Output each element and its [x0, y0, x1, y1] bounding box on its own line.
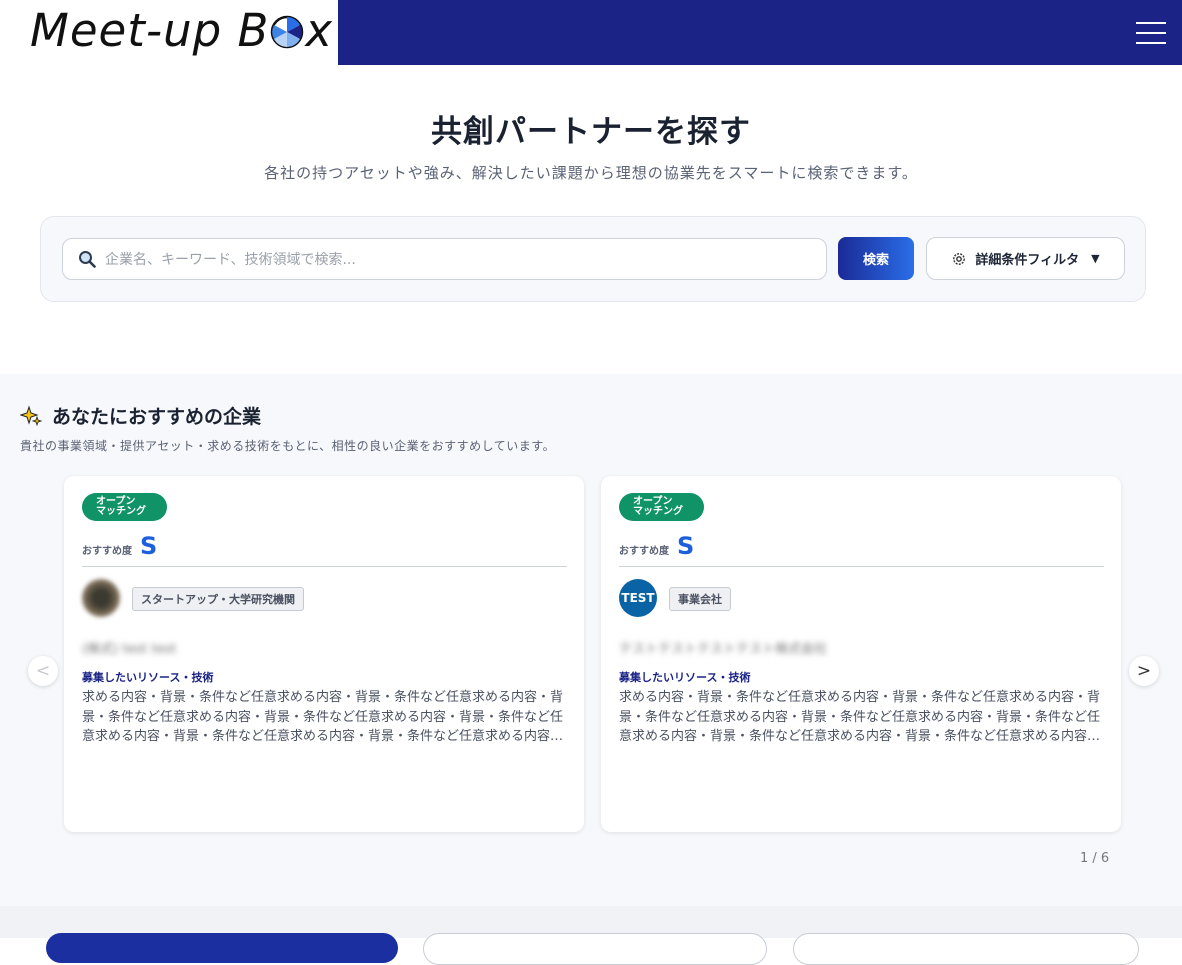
carousel-prev-button[interactable]: < — [28, 656, 58, 686]
open-matching-badge: オープン マッチング — [82, 493, 167, 521]
score-label: おすすめ度 — [82, 546, 132, 557]
company-type-tag: 事業会社 — [669, 587, 731, 611]
logo-area[interactable]: Meet-up B x — [0, 0, 338, 65]
filter-label: 詳細条件フィルタ — [975, 253, 1080, 268]
advanced-filter-button[interactable]: 詳細条件フィルタ ▼ — [926, 237, 1125, 280]
score-row: おすすめ度 S — [82, 532, 157, 560]
score-label: おすすめ度 — [619, 546, 669, 557]
hamburger-menu-icon[interactable] — [1136, 22, 1166, 44]
carousel-next-button[interactable]: > — [1129, 656, 1159, 686]
score-value: S — [677, 532, 695, 560]
logo-pie-icon — [271, 15, 304, 49]
company-type-tag: スタートアップ・大学研究機関 — [132, 587, 304, 611]
divider — [82, 566, 567, 567]
carousel-pager: 1 / 6 — [1080, 851, 1110, 866]
sparkle-icon — [20, 404, 42, 426]
site-header: Meet-up B x — [0, 0, 1182, 65]
page-subtitle: 各社の持つアセットや強み、解決したい課題から理想の協業先をスマートに検索できます… — [264, 164, 918, 182]
score-row: おすすめ度 S — [619, 532, 694, 560]
badge-line: マッチング — [633, 506, 683, 517]
gear-icon — [953, 252, 966, 265]
resource-description: 求める内容・背景・条件など任意求める内容・背景・条件など任意求める内容・背景・条… — [82, 690, 564, 744]
logo-text-tail: x — [305, 4, 333, 57]
company-avatar — [82, 579, 120, 617]
resource-description: 求める内容・背景・条件など任意求める内容・背景・条件など任意求める内容・背景・条… — [619, 690, 1101, 744]
search-input[interactable] — [103, 239, 807, 281]
company-card[interactable]: オープン マッチング おすすめ度 S TEST 事業会社 テストテストテストテス… — [601, 476, 1121, 832]
company-card[interactable]: オープン マッチング おすすめ度 S スタートアップ・大学研究機関 (株式) t… — [64, 476, 584, 832]
recommendation-heading: あなたにおすすめの企業 — [20, 402, 261, 429]
search-button[interactable]: 検索 — [838, 237, 914, 280]
open-matching-badge: オープン マッチング — [619, 493, 704, 521]
score-value: S — [140, 532, 158, 560]
search-field[interactable] — [62, 238, 827, 281]
divider — [619, 566, 1104, 567]
company-avatar: TEST — [619, 579, 657, 617]
recommendation-subtitle: 貴社の事業領域・提供アセット・求める技術をもとに、相性の良い企業をおすすめしてい… — [20, 439, 556, 453]
logo-text: Meet-up B — [30, 4, 270, 57]
caret-down-icon: ▼ — [1091, 252, 1100, 265]
resource-label: 募集したいリソース・技術 — [82, 671, 214, 684]
company-name[interactable]: (株式) test test — [82, 638, 176, 657]
page-title: 共創パートナーを探す — [431, 114, 751, 150]
company-name[interactable]: テストテストテストテスト株式会社 — [619, 638, 827, 657]
site-logo[interactable]: Meet-up B x — [30, 4, 333, 57]
resource-label: 募集したいリソース・技術 — [619, 671, 751, 684]
recommendation-title: あなたにおすすめの企業 — [52, 406, 262, 428]
bottom-tab-strip — [0, 906, 1182, 965]
search-panel: 検索 詳細条件フィルタ ▼ — [40, 216, 1146, 302]
badge-line: マッチング — [96, 506, 146, 517]
recommendation-section: あなたにおすすめの企業 貴社の事業領域・提供アセット・求める技術をもとに、相性の… — [0, 374, 1182, 906]
search-icon — [79, 251, 96, 268]
